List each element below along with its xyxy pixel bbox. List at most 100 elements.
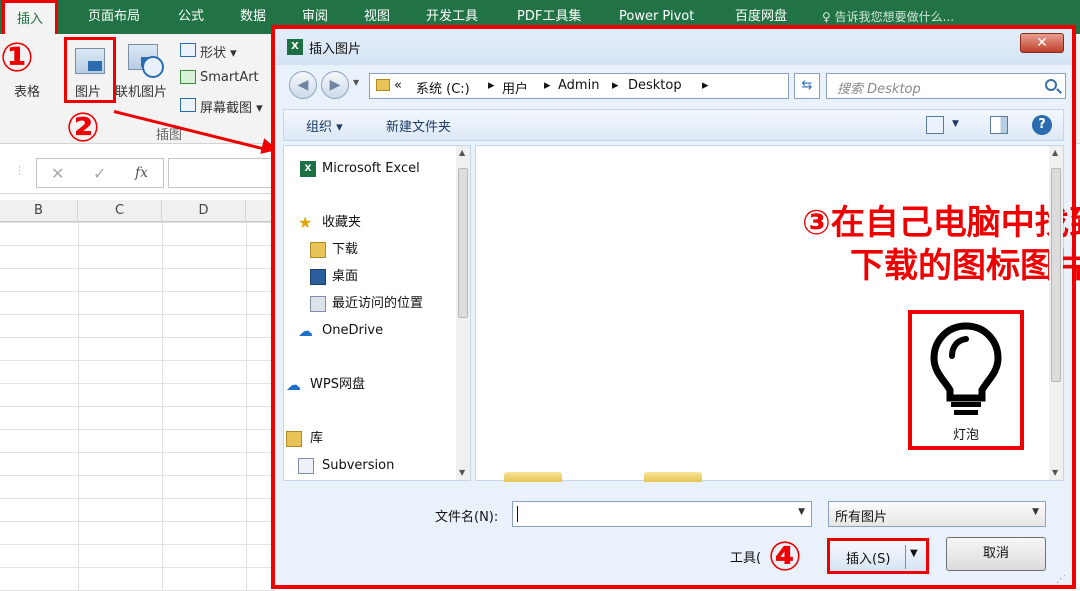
forward-button[interactable]: ▶: [321, 71, 349, 99]
dialog-navbar: ◀ ▶ ▼ « 系统 (C:) ▸ 用户 ▸ Admin ▸ Desktop ▸…: [275, 65, 1072, 105]
search-input[interactable]: 搜索 Desktop: [826, 73, 1066, 99]
globe-icon: [142, 56, 164, 78]
nav-item-subversion[interactable]: Subversion: [284, 455, 454, 477]
lightbulb-icon: [930, 322, 1002, 415]
tell-me-text: 告诉我您想要做什么...: [834, 10, 955, 24]
file-list-scrollbar[interactable]: ▲ ▼: [1049, 146, 1063, 480]
step-3-line-2: 下载的图标图片: [850, 245, 1080, 286]
screenshot-button[interactable]: 屏幕截图 ▾: [200, 97, 263, 116]
online-picture-button[interactable]: 联机图片: [115, 81, 167, 100]
nav-item-libraries[interactable]: 库: [284, 428, 454, 450]
scroll-down-icon[interactable]: ▼: [1052, 468, 1058, 477]
cancel-formula-button[interactable]: ✕: [51, 164, 64, 183]
column-header-d[interactable]: D: [162, 200, 246, 222]
grip-icon: ⋮: [14, 164, 25, 177]
file-item-bulb[interactable]: 灯泡: [908, 310, 1024, 450]
view-dropdown-icon[interactable]: ▼: [952, 119, 959, 129]
lightbulb-icon: ♀: [822, 10, 831, 24]
scroll-up-icon[interactable]: ▲: [1052, 148, 1058, 157]
step-2-marker: ②: [66, 105, 100, 151]
nav-item-onedrive[interactable]: ☁ OneDrive: [284, 320, 454, 342]
nav-item-wps-netdisk[interactable]: ☁ WPS网盘: [284, 374, 454, 396]
file-name-label: 灯泡: [952, 428, 979, 443]
breadcrumb-admin[interactable]: Admin: [558, 78, 599, 93]
navigation-pane: X Microsoft Excel ★ 收藏夹 下载 桌面 最近访问的位置 ☁ …: [283, 145, 471, 481]
tab-insert[interactable]: 插入: [2, 0, 59, 34]
nav-item-desktop[interactable]: 桌面: [284, 266, 454, 288]
close-button[interactable]: ✕: [1020, 33, 1064, 53]
enter-formula-button[interactable]: ✓: [93, 164, 106, 183]
star-icon: ★: [298, 213, 313, 232]
picture-button-highlight: [64, 37, 116, 103]
search-icon: [1045, 79, 1057, 91]
breadcrumb-system-c[interactable]: 系统 (C:): [416, 78, 470, 97]
excel-icon: X: [287, 39, 303, 55]
scroll-down-icon[interactable]: ▼: [459, 468, 465, 477]
insert-button[interactable]: 插入(S) ▼: [827, 538, 929, 574]
breadcrumb-sep[interactable]: ▸: [612, 78, 619, 93]
chevron-down-icon: ▼: [1032, 507, 1039, 517]
column-header-c[interactable]: C: [78, 200, 162, 222]
breadcrumb-overflow[interactable]: «: [394, 78, 402, 93]
breadcrumb-sep[interactable]: ▸: [544, 78, 551, 93]
file-name-input[interactable]: ▼: [512, 501, 812, 527]
organize-button[interactable]: 组织 ▾: [306, 116, 343, 135]
breadcrumb-desktop[interactable]: Desktop: [628, 78, 682, 93]
table-button[interactable]: 表格: [14, 81, 40, 100]
tools-button[interactable]: 工具(: [730, 547, 761, 566]
chevron-down-icon[interactable]: ▼: [798, 507, 805, 517]
tab-formulas[interactable]: 公式: [178, 0, 204, 34]
folder-icon[interactable]: [644, 472, 702, 482]
cloud-icon: ☁: [298, 322, 313, 340]
breadcrumb-sep[interactable]: ▸: [702, 78, 709, 93]
worksheet-grid[interactable]: [0, 222, 275, 591]
refresh-button[interactable]: ⇆: [794, 73, 820, 99]
column-header-b[interactable]: B: [0, 200, 78, 222]
file-name-field-label: 文件名(N):: [435, 510, 499, 525]
dialog-titlebar: X 插入图片 ✕: [275, 29, 1072, 65]
folder-icon: [376, 79, 390, 91]
smartart-button[interactable]: SmartArt: [200, 70, 259, 85]
shapes-icon: [180, 43, 196, 57]
recent-places-icon: [310, 296, 326, 312]
nav-item-recent-places[interactable]: 最近访问的位置: [284, 293, 454, 315]
scroll-up-icon[interactable]: ▲: [459, 148, 465, 157]
text-caret: [517, 506, 518, 522]
tab-page-layout[interactable]: 页面布局: [88, 0, 140, 34]
step-1-marker: ①: [0, 35, 34, 81]
step-4-marker: ④: [768, 534, 802, 580]
nav-scrollbar[interactable]: ▲ ▼: [456, 146, 470, 480]
resize-grip-icon[interactable]: ⋰: [1056, 574, 1066, 585]
view-options-icon[interactable]: [926, 116, 944, 134]
insert-function-button[interactable]: fx: [135, 165, 148, 181]
address-bar[interactable]: « 系统 (C:) ▸ 用户 ▸ Admin ▸ Desktop ▸ ▼: [369, 73, 881, 99]
step-3-line-1: ③在自己电脑中找到: [802, 203, 1080, 243]
insert-options-chevron-icon[interactable]: ▼: [910, 548, 918, 559]
new-folder-button[interactable]: 新建文件夹: [386, 116, 451, 135]
file-scroll-thumb[interactable]: [1051, 168, 1061, 382]
formula-bar: ⋮ ✕ ✓ fx: [0, 150, 278, 194]
cancel-button[interactable]: 取消: [946, 537, 1046, 571]
breadcrumb-users[interactable]: 用户: [502, 78, 528, 97]
formula-input[interactable]: [168, 158, 278, 188]
shapes-button[interactable]: 形状 ▾: [200, 42, 237, 61]
nav-item-downloads[interactable]: 下载: [284, 239, 454, 261]
back-button[interactable]: ◀: [289, 71, 317, 99]
file-type-value: 所有图片: [835, 510, 888, 525]
file-list-pane[interactable]: ③在自己电脑中找到 下载的图标图片 灯泡 ▲ ▼: [475, 145, 1080, 482]
recent-locations-chevron-icon[interactable]: ▼: [353, 78, 359, 87]
nav-item-favorites[interactable]: ★ 收藏夹: [284, 212, 454, 234]
file-type-select[interactable]: 所有图片 ▼: [828, 501, 1046, 527]
dialog-title: 插入图片: [309, 42, 362, 57]
breadcrumb-sep[interactable]: ▸: [488, 78, 495, 93]
preview-pane-icon[interactable]: [990, 116, 1008, 134]
insert-picture-dialog: X 插入图片 ✕ ◀ ▶ ▼ « 系统 (C:) ▸ 用户 ▸ Admin ▸ …: [271, 25, 1080, 589]
tab-data[interactable]: 数据: [240, 0, 266, 34]
nav-item-microsoft-excel[interactable]: X Microsoft Excel: [284, 158, 454, 180]
desktop-icon: [310, 269, 326, 285]
nav-scroll-thumb[interactable]: [458, 168, 468, 318]
step-3-annotation: ③在自己电脑中找到 下载的图标图片: [802, 202, 1080, 287]
subversion-icon: [298, 458, 314, 474]
help-icon[interactable]: ?: [1032, 115, 1052, 135]
folder-icon[interactable]: [504, 472, 562, 482]
